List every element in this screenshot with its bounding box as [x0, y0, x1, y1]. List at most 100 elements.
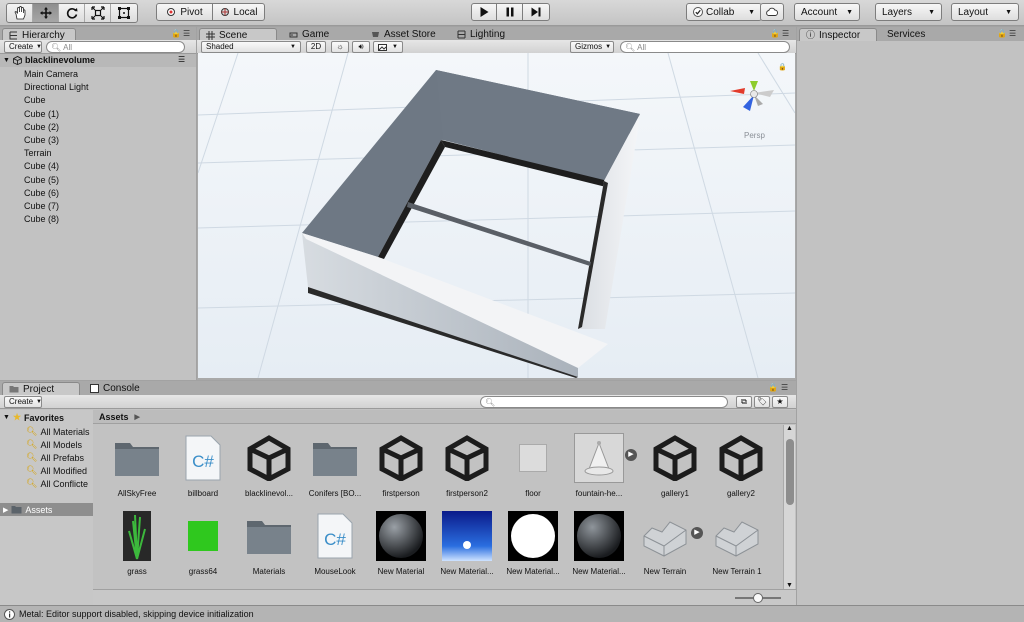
folder-icon: [310, 433, 360, 483]
zoom-slider-thumb[interactable]: [753, 593, 763, 603]
hierarchy-item[interactable]: Cube (1): [24, 108, 89, 121]
scroll-up-icon[interactable]: ▲: [786, 425, 793, 432]
asset-item[interactable]: blacklinevol...: [233, 433, 305, 498]
asset-item[interactable]: fountain-he...: [563, 433, 635, 498]
hierarchy-item[interactable]: Cube (7): [24, 200, 89, 213]
cloud-button[interactable]: [760, 3, 784, 21]
favorite-item[interactable]: 🔍︎ All Models: [26, 439, 82, 450]
pause-button[interactable]: [496, 3, 523, 21]
lock-icon[interactable]: 🔒: [768, 383, 778, 392]
gizmos-dropdown[interactable]: Gizmos ▼: [570, 41, 614, 53]
rotate-tool-button[interactable]: [59, 4, 85, 22]
rect-tool-button[interactable]: [111, 4, 137, 22]
asset-item[interactable]: Materials: [233, 511, 305, 576]
tab-services[interactable]: Services: [881, 28, 931, 41]
hierarchy-item[interactable]: Cube (2): [24, 121, 89, 134]
scene-menu-icon[interactable]: ☰: [178, 55, 185, 64]
scene-effects-dropdown[interactable]: ▼: [373, 41, 403, 53]
assets-tree-item[interactable]: ▶ Assets: [0, 503, 93, 516]
panel-menu-icon[interactable]: ☰: [1009, 29, 1016, 38]
asset-grid-scrollbar[interactable]: ▲ ▼: [783, 425, 795, 589]
favorite-item[interactable]: 🔍︎ All Prefabs: [26, 452, 84, 463]
move-tool-button[interactable]: [33, 4, 59, 22]
asset-item[interactable]: Conifers [BO...: [299, 433, 371, 498]
asset-item[interactable]: gallery2: [705, 433, 777, 498]
scene-audio-toggle[interactable]: 🔊︎: [352, 41, 370, 53]
favorites-header[interactable]: ▼ ★ Favorites: [3, 412, 64, 423]
asset-item[interactable]: New Material: [365, 511, 437, 576]
status-message[interactable]: Metal: Editor support disabled, skipping…: [19, 609, 254, 619]
panel-menu-icon[interactable]: ☰: [782, 29, 789, 38]
hand-tool-button[interactable]: [7, 4, 33, 22]
tab-project[interactable]: Project: [2, 382, 80, 395]
asset-item[interactable]: New Terrain: [629, 511, 701, 576]
asset-item[interactable]: C# billboard: [167, 433, 239, 498]
lock-icon[interactable]: 🔒: [778, 63, 787, 71]
lock-icon[interactable]: 🔒: [770, 29, 780, 38]
hierarchy-item[interactable]: Cube (3): [24, 134, 89, 147]
hierarchy-item[interactable]: Cube (4): [24, 160, 89, 173]
tab-inspector[interactable]: ⓘ Inspector: [799, 28, 877, 41]
lock-icon[interactable]: 🔒: [997, 29, 1007, 38]
scene-viewport[interactable]: Persp 🔒: [198, 53, 795, 378]
tab-console[interactable]: Console: [84, 382, 146, 395]
local-label: Local: [233, 6, 258, 18]
collab-label: Collab: [706, 6, 735, 18]
hierarchy-search-input[interactable]: 🔍︎ All: [46, 41, 185, 53]
scale-tool-button[interactable]: [85, 4, 111, 22]
scroll-down-icon[interactable]: ▼: [786, 582, 793, 589]
filter-label-button[interactable]: 🏷︎: [754, 396, 770, 408]
favorite-button[interactable]: ★: [772, 396, 788, 408]
play-button[interactable]: [471, 3, 497, 21]
scene-root-item[interactable]: ▼ blacklinevolume: [3, 55, 95, 65]
asset-item[interactable]: grass64: [167, 511, 239, 576]
layout-dropdown[interactable]: Layout ▼: [951, 3, 1019, 21]
panel-menu-icon[interactable]: ☰: [183, 29, 190, 38]
layers-dropdown[interactable]: Layers ▼: [875, 3, 942, 21]
panel-menu-icon[interactable]: ☰: [781, 383, 788, 392]
hierarchy-item[interactable]: Cube (8): [24, 213, 89, 226]
scroll-thumb[interactable]: [786, 439, 794, 505]
project-create-dropdown[interactable]: Create ▼: [4, 396, 42, 408]
asset-item[interactable]: floor: [497, 433, 569, 498]
search-icon: 🔍︎: [26, 478, 38, 488]
asset-item[interactable]: New Material...: [431, 511, 503, 576]
asset-item[interactable]: gallery1: [639, 433, 711, 498]
asset-item[interactable]: New Terrain 1: [701, 511, 773, 576]
asset-item[interactable]: C# MouseLook: [299, 511, 371, 576]
step-button[interactable]: [522, 3, 550, 21]
hierarchy-item[interactable]: Directional Light: [24, 81, 89, 94]
hierarchy-create-dropdown[interactable]: Create ▼: [4, 41, 42, 53]
project-search-input[interactable]: 🔍︎: [480, 396, 728, 408]
expand-prefab-icon[interactable]: ▶: [625, 449, 637, 461]
lock-icon[interactable]: 🔒: [171, 29, 181, 38]
scene-lighting-toggle[interactable]: ☼: [331, 41, 349, 53]
asset-item[interactable]: New Material...: [563, 511, 635, 576]
favorite-item[interactable]: 🔍︎ All Conflicte: [26, 478, 88, 489]
breadcrumb-assets[interactable]: Assets: [99, 412, 129, 422]
hierarchy-item[interactable]: Main Camera: [24, 68, 89, 81]
hierarchy-item[interactable]: Cube (5): [24, 174, 89, 187]
pivot-toggle[interactable]: Pivot: [156, 3, 213, 21]
hierarchy-item[interactable]: Cube: [24, 94, 89, 107]
hierarchy-item[interactable]: Cube (6): [24, 187, 89, 200]
favorite-item[interactable]: 🔍︎ All Modified: [26, 465, 87, 476]
hierarchy-item[interactable]: Terrain: [24, 147, 89, 160]
2d-toggle[interactable]: 2D: [306, 41, 326, 53]
asset-label: blacklinevol...: [244, 489, 294, 498]
favorite-item[interactable]: 🔍︎ All Materials: [26, 426, 89, 437]
collab-dropdown[interactable]: Collab ▼: [686, 3, 762, 21]
account-dropdown[interactable]: Account ▼: [794, 3, 860, 21]
asset-item[interactable]: AllSkyFree: [101, 433, 173, 498]
local-toggle[interactable]: Local: [212, 3, 265, 21]
filter-type-button[interactable]: ⧉: [736, 396, 752, 408]
shading-mode-dropdown[interactable]: Shaded ▼: [201, 41, 301, 53]
asset-item[interactable]: firstperson2: [431, 433, 503, 498]
asset-item[interactable]: grass: [101, 511, 173, 576]
asset-item[interactable]: New Material...: [497, 511, 569, 576]
scene-name-label: blacklinevolume: [24, 55, 95, 65]
projection-label[interactable]: Persp: [744, 131, 765, 140]
asset-item[interactable]: firstperson: [365, 433, 437, 498]
scene-search-input[interactable]: 🔍︎ All: [620, 41, 790, 53]
search-icon: 🔍︎: [51, 42, 62, 52]
